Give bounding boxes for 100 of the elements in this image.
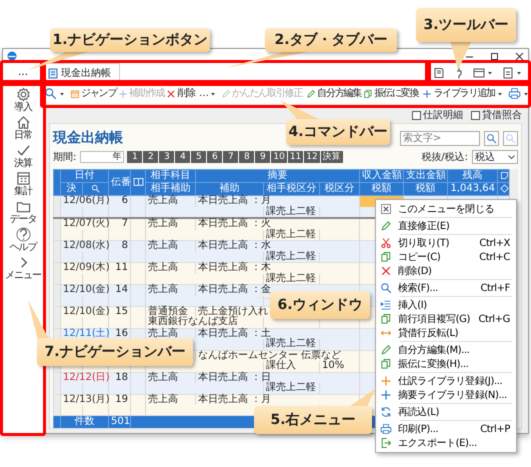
month-button[interactable]: 5 xyxy=(191,151,206,163)
callout: 6.ウィンドウ xyxy=(270,291,370,319)
chevron-down-icon xyxy=(508,154,515,160)
search-icon xyxy=(44,87,57,100)
plus-icon xyxy=(118,88,128,98)
tax-mode-label: 税抜/税込: xyxy=(421,150,468,164)
print-button[interactable] xyxy=(506,86,528,100)
menu-item[interactable]: 自分方編集(M)... xyxy=(376,343,516,357)
search-icon xyxy=(486,132,497,144)
search-button[interactable] xyxy=(43,86,67,100)
table-cell: 課売上二軽 xyxy=(264,383,320,394)
command-button[interactable]: 自分方編集 xyxy=(305,86,362,100)
month-button[interactable]: 7 xyxy=(223,151,238,163)
printer-icon xyxy=(380,423,392,435)
table-cell: 課売上二軽 xyxy=(264,206,320,218)
menu-item[interactable]: 仕訳ライブラリ登録(J)... xyxy=(376,374,516,388)
command-button[interactable]: ジャンプ xyxy=(69,86,118,100)
menu-item[interactable]: 直接修正(E) xyxy=(376,219,516,233)
checkbox[interactable]: 仕訳明細 xyxy=(412,108,463,122)
delete-icon xyxy=(166,88,176,98)
maximize-icon xyxy=(490,52,499,60)
menu-item[interactable]: 前行項目複写(G) Ctrl+G xyxy=(376,312,516,326)
menu-item[interactable]: 検索(F)... Ctrl+F xyxy=(376,281,516,295)
scissors-icon xyxy=(380,237,392,249)
table-cell: 10% xyxy=(320,361,360,372)
command-button[interactable]: 削除 xyxy=(165,86,196,100)
menu-item[interactable]: 削除(D) xyxy=(376,264,516,278)
menu-item[interactable]: このメニューを閉じる xyxy=(376,202,516,216)
note-icon xyxy=(500,170,510,180)
nav-item[interactable]: メニュー xyxy=(5,255,41,281)
caret-icon xyxy=(515,69,523,77)
calendar-icon xyxy=(70,88,80,98)
column-header: 伝番 xyxy=(108,170,130,196)
checkbox[interactable]: 貸借照合 xyxy=(471,108,522,122)
tax-mode-select[interactable]: 税込 xyxy=(472,150,518,164)
menu-item[interactable]: エクスポート(E)... xyxy=(376,436,516,450)
copy-icon xyxy=(380,313,392,325)
nav-item[interactable]: ヘルプ xyxy=(10,227,36,253)
month-button[interactable]: 1 xyxy=(127,151,142,163)
column-header: 相手補助 xyxy=(146,182,196,196)
help-icon xyxy=(16,227,30,242)
count-value: 501 xyxy=(108,416,130,428)
menu-item[interactable]: 切り取り(T) Ctrl+X xyxy=(376,236,516,250)
nav-item[interactable]: 集計 xyxy=(14,171,32,197)
caret-icon xyxy=(486,69,494,77)
window-icon xyxy=(473,67,485,79)
pencil-icon xyxy=(220,88,231,98)
menu-item[interactable]: 再読込(L) xyxy=(376,405,516,419)
command-button[interactable]: ライブラリ追加 xyxy=(421,86,505,100)
month-button[interactable]: 10 xyxy=(271,151,287,163)
more-button[interactable]: … xyxy=(198,86,218,100)
month-button[interactable]: 11 xyxy=(288,151,304,163)
menu-item[interactable]: 振伝に変換(H)... xyxy=(376,357,516,371)
month-button[interactable]: 6 xyxy=(207,151,222,163)
callout: 3.ツールバー xyxy=(416,8,516,42)
toolbar-button[interactable] xyxy=(432,66,446,80)
nav-item[interactable]: 日常 xyxy=(14,115,32,141)
column-header: 残高 xyxy=(448,170,498,182)
home-icon xyxy=(16,115,30,130)
table-cell: 課仕入 xyxy=(264,361,320,372)
month-button[interactable]: 4 xyxy=(175,151,190,163)
column-header: 相手税区分 xyxy=(264,182,320,196)
menu-item[interactable]: コピー(C) Ctrl+C xyxy=(376,250,516,264)
calculator-icon xyxy=(16,171,30,186)
month-button[interactable]: 8 xyxy=(239,151,254,163)
menu-item[interactable]: 貸借行反転(L) xyxy=(376,326,516,340)
nav-item[interactable]: 決算 xyxy=(14,143,32,169)
plus-icon xyxy=(380,389,392,401)
search-button[interactable] xyxy=(484,130,499,146)
copy-icon xyxy=(363,88,374,98)
command-button[interactable]: 振伝に変換 xyxy=(362,86,420,100)
plus-icon xyxy=(422,88,432,98)
month-button[interactable]: 2 xyxy=(143,151,158,163)
count-label: 件数 xyxy=(60,416,108,428)
year-field[interactable]: 年 xyxy=(80,151,124,163)
toolbar-button[interactable] xyxy=(472,66,495,80)
calculator-icon xyxy=(502,67,514,79)
search-field[interactable]: 索文字> xyxy=(400,130,480,146)
period-label: 期間: xyxy=(53,150,76,164)
month-button[interactable]: 9 xyxy=(255,151,270,163)
close-icon xyxy=(515,52,524,60)
month-button[interactable]: 3 xyxy=(159,151,174,163)
copy-icon xyxy=(380,358,392,370)
callout: 1.ナビゲーションボタン xyxy=(50,28,210,52)
nav-item[interactable]: 導入 xyxy=(14,87,32,113)
search-icon xyxy=(380,282,392,294)
menu-item[interactable]: 挿入(I) xyxy=(376,298,516,312)
table-cell: 東西銀行なんば支店 xyxy=(146,317,264,328)
export-icon xyxy=(380,437,392,449)
month-button[interactable]: 12 xyxy=(304,151,320,163)
menu-item[interactable]: 摘要ライブラリ登録(N)... xyxy=(376,388,516,402)
column-header: 税額 xyxy=(360,182,404,196)
month-button[interactable]: 決算 xyxy=(320,151,343,163)
column-header: 税額 xyxy=(404,182,448,196)
toolbar-button[interactable] xyxy=(501,66,524,80)
callout: 4.コマンドバー xyxy=(286,119,390,145)
balance-cell: 1,043,64 xyxy=(448,182,498,196)
menu-item[interactable]: 印刷(P)... Ctrl+P xyxy=(376,422,516,436)
nav-item[interactable]: データ xyxy=(10,199,36,225)
page-title: 現金出納帳 xyxy=(53,128,123,148)
